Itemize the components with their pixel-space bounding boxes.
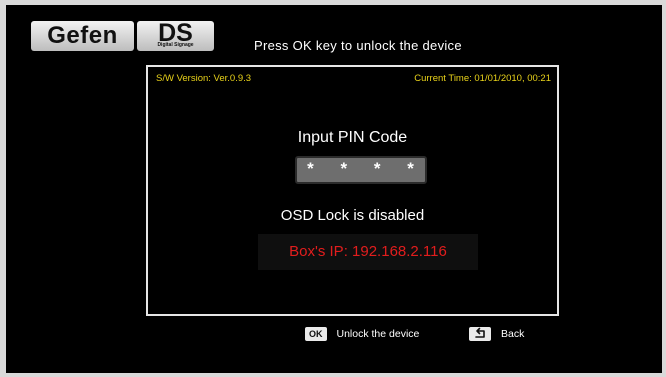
gefen-ds-logo: Gefen DS Digital Signage bbox=[31, 21, 214, 55]
back-hint-label: Back bbox=[501, 328, 525, 341]
box-ip-address: Box's IP: 192.168.2.116 bbox=[258, 234, 478, 270]
logo-tagline: Digital Signage bbox=[157, 42, 194, 48]
pin-input[interactable]: * * * * bbox=[295, 156, 427, 184]
ok-hint-label: Unlock the device bbox=[336, 328, 420, 341]
back-arrow-icon bbox=[469, 327, 491, 342]
pin-panel: S/W Version: Ver.0.9.3 Current Time: 01/… bbox=[146, 65, 559, 316]
ok-key-icon: OK bbox=[305, 327, 327, 342]
unlock-instruction: Press OK key to unlock the device bbox=[254, 38, 462, 53]
pin-label: Input PIN Code bbox=[297, 129, 408, 146]
current-time: Current Time: 01/01/2010, 00:21 bbox=[414, 73, 551, 84]
logo-gefen: Gefen bbox=[31, 21, 134, 51]
osd-screen: Gefen DS Digital Signage Press OK key to… bbox=[6, 5, 662, 373]
software-version: S/W Version: Ver.0.9.3 bbox=[156, 73, 252, 84]
ok-hint[interactable]: OK Unlock the device bbox=[305, 326, 419, 342]
back-hint[interactable]: Back bbox=[469, 326, 524, 342]
osd-lock-status: OSD Lock is disabled bbox=[280, 207, 425, 224]
